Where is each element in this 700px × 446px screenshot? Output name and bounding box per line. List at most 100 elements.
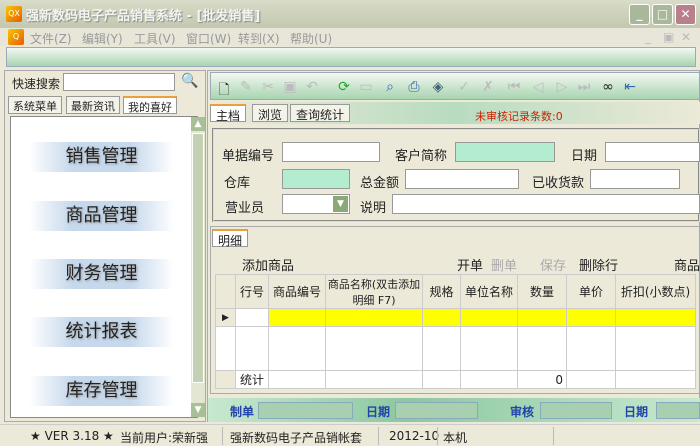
maker-field [258, 402, 353, 419]
account-set: 强新数码电子产品销帐套 [230, 431, 363, 445]
new-icon[interactable]: 🗋 [215, 79, 233, 103]
delete-row-button[interactable]: 删除行 [579, 255, 618, 274]
exit-icon[interactable]: ⇤ [621, 79, 639, 95]
received-field[interactable] [590, 169, 680, 189]
total-field[interactable] [405, 169, 519, 189]
quick-search-input[interactable] [63, 73, 175, 91]
next-icon[interactable]: ▷ [553, 79, 571, 95]
col-header[interactable]: 商品编号 [268, 274, 326, 309]
received-label: 已收货款 [532, 176, 585, 191]
search-icon[interactable]: 🔍 [181, 73, 198, 89]
tab-query-stats[interactable]: 查询统计 [290, 104, 351, 122]
undo-icon[interactable]: ↶ [303, 79, 321, 95]
export-icon[interactable]: ◈ [429, 79, 447, 95]
maker-label: 制单 [230, 405, 255, 419]
minimize-button[interactable]: _ [629, 4, 650, 25]
app-logo-small: Q [8, 29, 24, 45]
warehouse-field[interactable] [282, 169, 350, 189]
table-row[interactable]: ▶ [215, 308, 696, 327]
col-header[interactable]: 行号 [235, 274, 269, 309]
cell[interactable] [517, 308, 567, 327]
chevron-down-icon[interactable]: ▼ [333, 196, 348, 212]
menu-tools[interactable]: 工具(V) [134, 30, 176, 47]
date-field[interactable] [605, 142, 700, 162]
tab-latest-news[interactable]: 最新资讯 [66, 96, 120, 114]
menu-file[interactable]: 文件(Z) [30, 30, 72, 47]
customer-field[interactable] [455, 142, 555, 162]
doc-no-field[interactable] [282, 142, 380, 162]
menu-help[interactable]: 帮助(U) [290, 30, 332, 47]
last-icon[interactable]: ⏭ [575, 79, 593, 95]
menu-edit[interactable]: 编辑(Y) [82, 30, 123, 47]
tab-favorites[interactable]: 我的喜好 [123, 96, 177, 114]
current-user: 当前用户:荣新强 [120, 431, 209, 445]
first-icon[interactable]: ⏮ [505, 79, 523, 95]
menu-window[interactable]: 窗口(W) [186, 30, 231, 47]
goods-button[interactable]: 商品 [674, 255, 700, 274]
stats-row: 统计 0 [215, 370, 696, 389]
refresh-icon[interactable]: ⟳ [335, 79, 353, 95]
stats-label: 统计 [235, 370, 269, 389]
date2-field [656, 402, 700, 419]
date2-label: 日期 [624, 405, 649, 419]
scroll-thumb[interactable] [192, 133, 204, 383]
delete-icon[interactable]: ✂ [259, 79, 277, 95]
cell[interactable] [566, 308, 616, 327]
nav-sales[interactable]: 销售管理 [29, 142, 174, 172]
tab-detail[interactable]: 明细 [212, 229, 249, 248]
save-icon[interactable]: ▣ [281, 79, 299, 95]
prev-icon[interactable]: ◁ [529, 79, 547, 95]
add-goods-button[interactable]: 添加商品 [242, 255, 294, 274]
open-order-button[interactable]: 开单 [457, 255, 483, 274]
cell[interactable] [235, 308, 269, 327]
save-button[interactable]: 保存 [540, 255, 566, 274]
print-preview-icon[interactable]: ▭ [357, 79, 375, 95]
tab-main[interactable]: 主档 [210, 104, 247, 123]
app-logo: QX [6, 6, 22, 22]
cell[interactable] [460, 308, 518, 327]
scroll-up-icon[interactable]: ▲ [191, 117, 205, 131]
cell[interactable] [268, 308, 326, 327]
col-header[interactable]: 折扣(小数点) [615, 274, 696, 309]
delete-order-button[interactable]: 删单 [491, 255, 517, 274]
date1-label: 日期 [366, 405, 391, 419]
audit-icon[interactable]: ✓ [455, 79, 473, 95]
cell[interactable] [615, 308, 696, 327]
close-button[interactable]: ✕ [675, 4, 696, 25]
mdi-restore-button[interactable]: ▣ [663, 30, 674, 44]
print-icon[interactable]: ⎙ [405, 79, 423, 95]
favorites-list: 销售管理 商品管理 财务管理 统计报表 库存管理 ▲ ▼ [10, 116, 205, 418]
search-icon[interactable]: ⌕ [381, 79, 399, 95]
scroll-down-icon[interactable]: ▼ [191, 403, 205, 417]
scrollbar[interactable]: ▲ ▼ [191, 117, 205, 417]
glasses-icon[interactable]: ∞ [599, 79, 617, 95]
tab-browse[interactable]: 浏览 [252, 104, 289, 122]
warehouse-label: 仓库 [224, 176, 251, 191]
nav-reports[interactable]: 统计报表 [29, 317, 174, 347]
mdi-minimize-button[interactable]: _ [645, 30, 651, 44]
nav-goods[interactable]: 商品管理 [29, 201, 174, 231]
menu-bar: Q 文件(Z) 编辑(Y) 工具(V) 窗口(W) 转到(X) 帮助(U) _ … [0, 28, 700, 46]
date-label: 日期 [571, 149, 598, 164]
edit-icon[interactable]: ✎ [237, 79, 255, 95]
nav-finance[interactable]: 财务管理 [29, 259, 174, 289]
unaudited-count: 未审核记录条数:0 [475, 110, 563, 123]
period: 2012-10 [389, 429, 440, 443]
mdi-close-button[interactable]: ✕ [681, 30, 691, 44]
banner-bar [6, 47, 696, 67]
cell[interactable] [422, 308, 461, 327]
menu-goto[interactable]: 转到(X) [238, 30, 280, 47]
col-header[interactable]: 单价 [566, 274, 616, 309]
col-header[interactable]: 单位名称 [460, 274, 518, 309]
remark-field[interactable] [392, 194, 700, 214]
cell[interactable] [325, 308, 423, 327]
grid-corner [215, 274, 236, 309]
nav-inventory[interactable]: 库存管理 [29, 376, 174, 406]
unaudit-icon[interactable]: ✗ [479, 79, 497, 95]
quick-search-label: 快速搜索 [12, 77, 61, 91]
maximize-button[interactable]: □ [652, 4, 673, 25]
col-header[interactable]: 规格 [422, 274, 461, 309]
col-header[interactable]: 数量 [517, 274, 567, 309]
col-header[interactable]: 商品名称(双击添加明细 F7) [325, 274, 423, 309]
tab-system-menu[interactable]: 系统菜单 [8, 96, 62, 114]
